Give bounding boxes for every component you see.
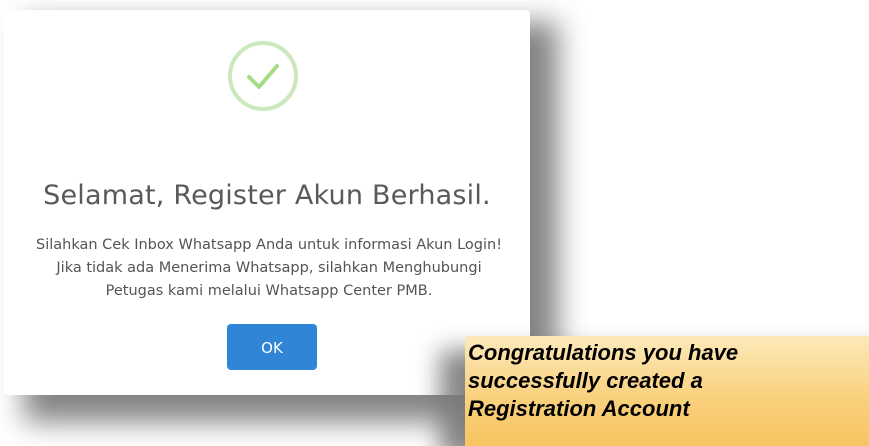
check-circle-icon bbox=[228, 41, 298, 111]
dialog-title: Selamat, Register Akun Berhasil. bbox=[43, 180, 491, 211]
screenshot-stage: Selamat, Register Akun Berhasil. Silahka… bbox=[0, 0, 869, 446]
dialog-message: Silahkan Cek Inbox Whatsapp Anda untuk i… bbox=[35, 237, 503, 299]
check-mark-icon bbox=[247, 64, 279, 89]
ok-button[interactable]: OK bbox=[227, 324, 317, 370]
success-dialog: Selamat, Register Akun Berhasil. Silahka… bbox=[4, 10, 530, 395]
callout-text: Congratulations you have successfully cr… bbox=[468, 340, 739, 421]
callout-note: Congratulations you have successfully cr… bbox=[465, 336, 869, 446]
